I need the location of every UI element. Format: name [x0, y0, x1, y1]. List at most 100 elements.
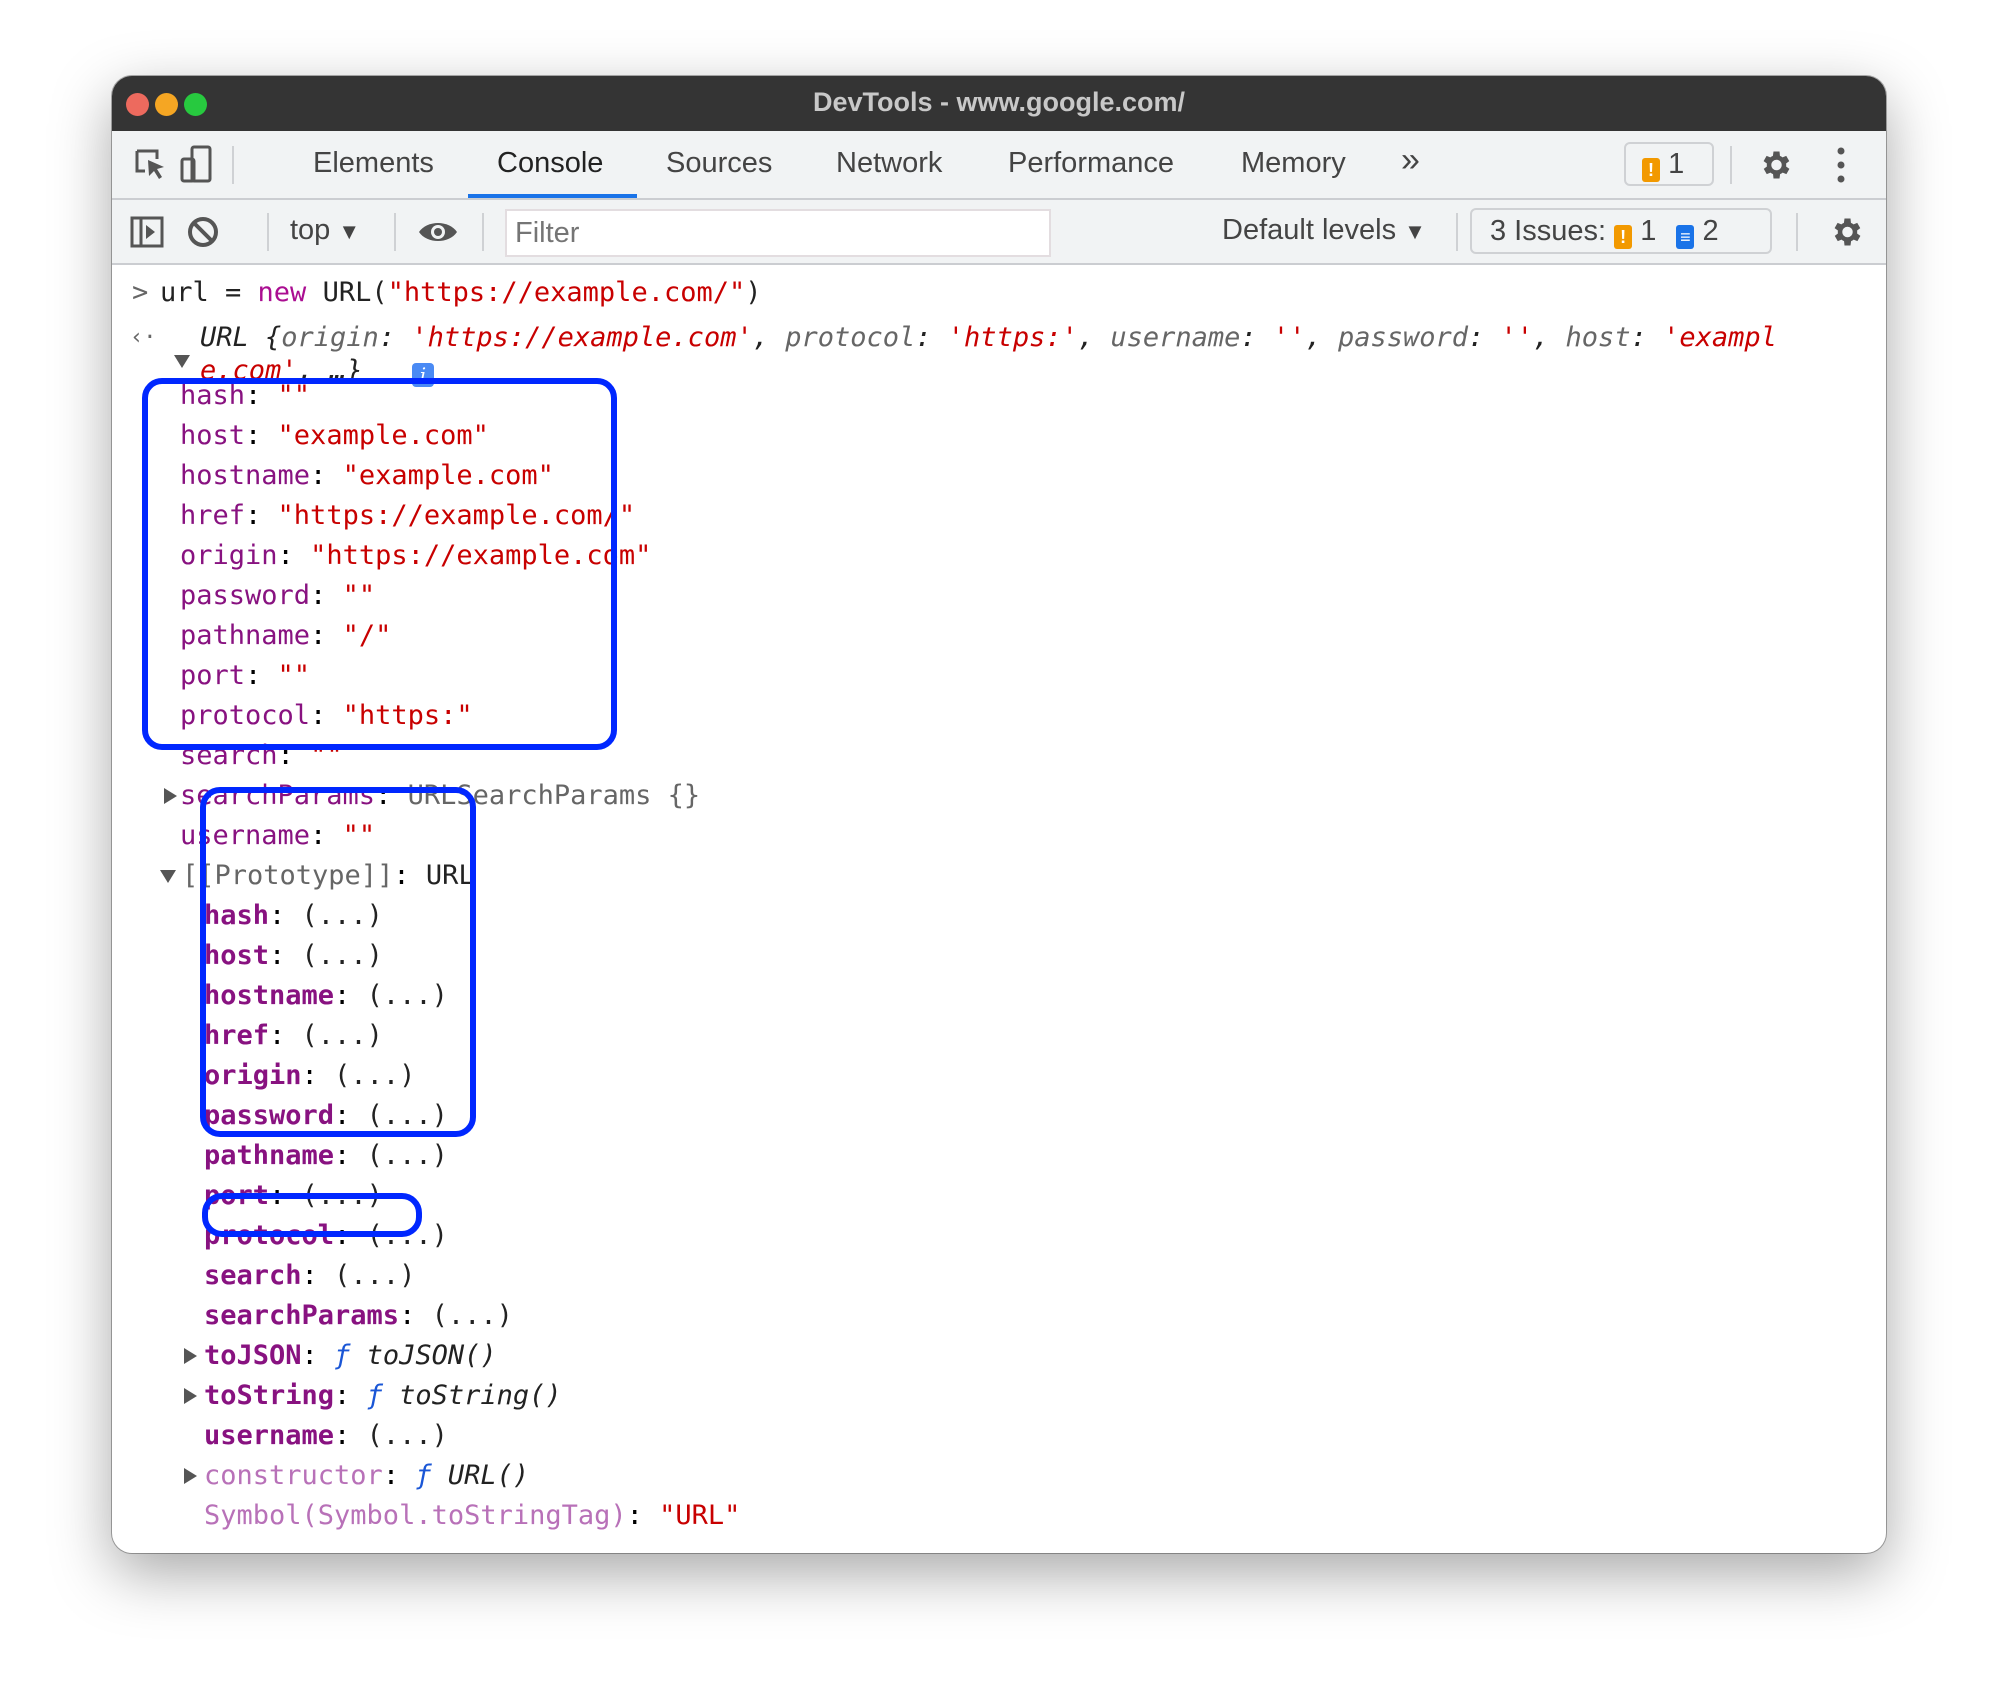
code-token: protocol [785, 322, 916, 353]
expand-triangle-icon[interactable] [184, 1468, 197, 1484]
prototype-property-row[interactable]: Symbol(Symbol.toStringTag): "URL" [204, 1496, 740, 1536]
expand-triangle-icon[interactable] [184, 1388, 197, 1404]
function-icon: ƒ [366, 1380, 400, 1411]
code-token: : [378, 322, 412, 353]
function-icon: ƒ [415, 1460, 448, 1491]
code-token: : [1240, 322, 1273, 353]
code-token: : [1630, 322, 1664, 353]
function-signature: URL() [447, 1460, 530, 1491]
divider [394, 213, 396, 251]
tab-elements[interactable]: Elements [313, 147, 434, 180]
expand-triangle-icon[interactable] [184, 1348, 197, 1364]
tab-network[interactable]: Network [836, 147, 942, 180]
highlight-box-prototype-accessors [200, 787, 476, 1137]
result-summary[interactable]: URL {origin: 'https://example.com', prot… [200, 318, 1777, 358]
code-token: 'https:' [947, 322, 1078, 353]
issues-button[interactable]: 3 Issues: ! 1 ≡ 2 [1470, 208, 1772, 254]
code-token: origin [281, 322, 379, 353]
prototype-property-row[interactable]: pathname: (...) [204, 1136, 448, 1176]
context-selector[interactable]: top ▼ [290, 214, 360, 247]
dropdown-arrow-icon: ▼ [338, 219, 361, 244]
code-token: , [1533, 322, 1566, 353]
collapse-triangle-icon[interactable] [160, 870, 176, 883]
property-value: "URL" [659, 1500, 741, 1531]
property-value: (...) [334, 1260, 416, 1291]
property-value: (...) [431, 1300, 513, 1331]
property-key: pathname [204, 1140, 335, 1171]
device-toolbar-icon[interactable] [180, 145, 214, 185]
code-token: new [257, 277, 307, 308]
clear-console-icon[interactable] [186, 215, 220, 249]
console-input-entry[interactable]: url = new URL("https://example.com/") [160, 273, 762, 313]
prototype-property-row[interactable]: constructor: ƒ URL() [204, 1456, 529, 1496]
panel-tabs: Elements Console Sources Network Perform… [112, 131, 1886, 200]
more-tabs-button[interactable]: » [1401, 141, 1420, 180]
console-settings-gear-icon[interactable] [1828, 214, 1864, 250]
code-token: ) [745, 277, 762, 308]
live-expression-eye-icon[interactable] [417, 218, 459, 246]
divider [1796, 213, 1798, 251]
code-token: , [752, 322, 786, 353]
property-value: (...) [366, 1420, 448, 1451]
function-signature: toJSON() [366, 1340, 497, 1371]
collapse-triangle-icon[interactable] [174, 355, 190, 368]
console-output: > url = new URL("https://example.com/") … [112, 265, 1886, 1553]
info-message-icon: ≡ [1676, 225, 1695, 249]
sidebar-toggle-icon[interactable] [130, 216, 164, 248]
function-icon: ƒ [334, 1340, 367, 1371]
prototype-property-row[interactable]: toJSON: ƒ toJSON() [204, 1336, 497, 1376]
code-token: password [1337, 322, 1468, 353]
input-prompt-icon: > [132, 277, 149, 308]
issues-warning-count: 1 [1640, 215, 1657, 247]
divider [1730, 146, 1732, 184]
log-levels-value: Default levels [1222, 214, 1397, 246]
log-levels-dropdown[interactable]: Default levels ▼ [1222, 214, 1426, 247]
tab-console[interactable]: Console [497, 147, 603, 180]
dropdown-arrow-icon: ▼ [1404, 219, 1426, 244]
warning-count: 1 [1668, 148, 1685, 180]
tab-sources[interactable]: Sources [666, 147, 772, 180]
code-token: : [915, 322, 948, 353]
property-key: toJSON [204, 1340, 302, 1371]
prototype-property-row[interactable]: username: (...) [204, 1416, 448, 1456]
code-token: '' [1500, 322, 1534, 353]
prototype-property-row[interactable]: search: (...) [204, 1256, 415, 1296]
warnings-button[interactable]: ! 1 [1624, 142, 1714, 186]
property-value: (...) [366, 1140, 448, 1171]
prototype-property-row[interactable]: searchParams: (...) [204, 1296, 513, 1336]
code-token: "https://example.com/" [387, 277, 746, 308]
code-token: '' [1272, 322, 1306, 353]
more-options-icon[interactable] [1836, 145, 1846, 185]
code-token: host [1565, 322, 1631, 353]
code-token: 'https://example.com' [411, 322, 753, 353]
result-arrow-icon: ‹· [130, 325, 157, 350]
filter-input[interactable] [505, 209, 1051, 257]
property-key: Symbol(Symbol.toStringTag) [204, 1500, 627, 1531]
prototype-property-row[interactable]: toString: ƒ toString() [204, 1376, 562, 1416]
inspect-element-icon[interactable] [134, 148, 168, 182]
title-bar: DevTools - www.google.com/ [112, 76, 1886, 131]
warning-icon: ! [1642, 158, 1660, 182]
code-token: url = [160, 277, 258, 308]
divider [267, 213, 269, 251]
code-token: URL { [200, 322, 282, 353]
property-key: search [204, 1260, 302, 1291]
code-token: username [1110, 322, 1241, 353]
issues-info-count: 2 [1702, 215, 1719, 247]
divider [482, 213, 484, 251]
code-token: , [1077, 322, 1111, 353]
expand-triangle-icon[interactable] [164, 788, 177, 804]
highlight-box-own-properties [142, 378, 617, 750]
property-key: toString [204, 1380, 335, 1411]
settings-gear-icon[interactable] [1757, 147, 1793, 183]
code-token: URL( [306, 277, 388, 308]
issues-label: 3 Issues: [1490, 215, 1607, 247]
function-signature: toString() [399, 1380, 562, 1411]
property-key: constructor [204, 1460, 383, 1491]
window-title: DevTools - www.google.com/ [812, 87, 1186, 117]
active-tab-indicator [468, 194, 637, 198]
issues-content: 3 Issues: ! 1 ≡ 2 [1490, 215, 1719, 249]
warning-icon: ! [1614, 225, 1633, 249]
tab-performance[interactable]: Performance [1008, 147, 1174, 180]
tab-memory[interactable]: Memory [1241, 147, 1346, 180]
